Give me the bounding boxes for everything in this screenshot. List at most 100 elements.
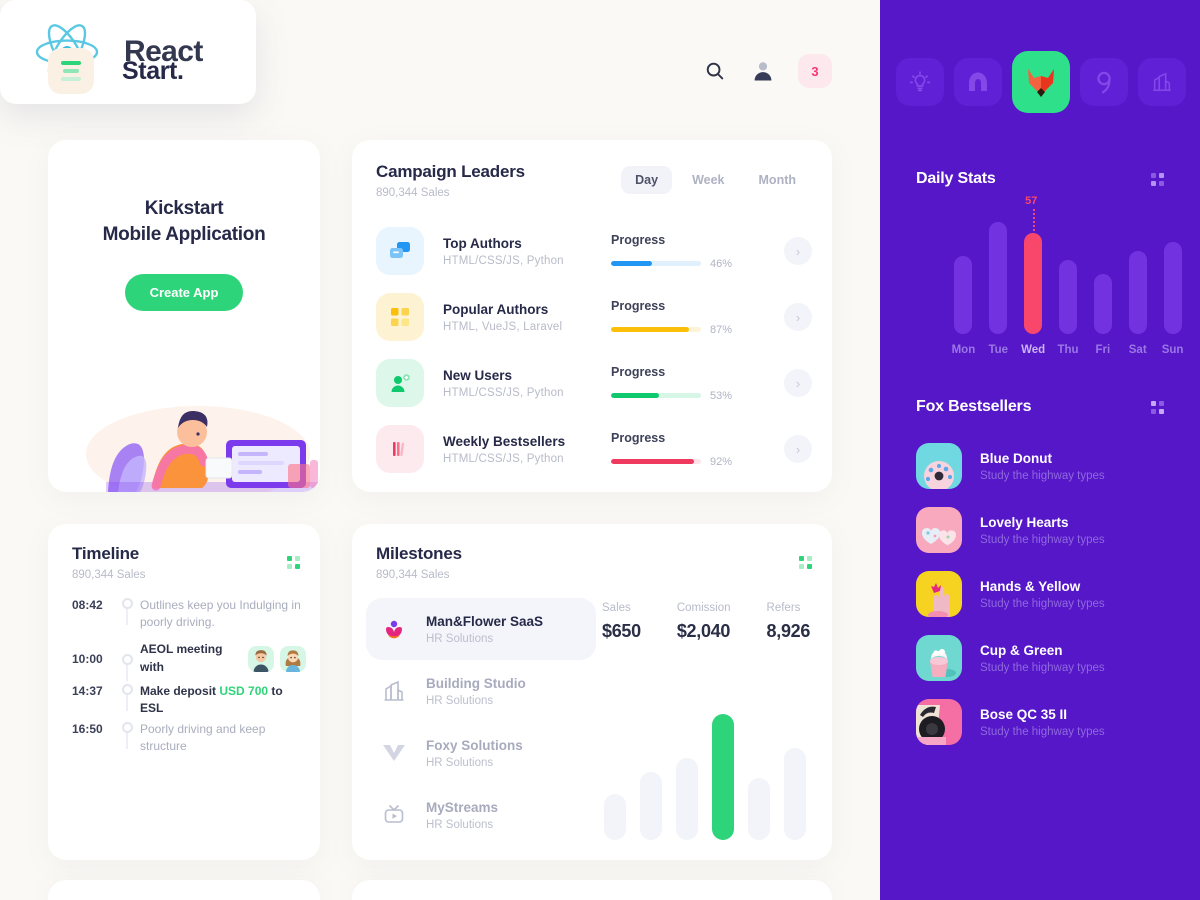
grid-dots-icon[interactable]	[799, 556, 812, 569]
list-item[interactable]: Building Studio HR Solutions	[366, 660, 596, 722]
stat-label: Sales	[602, 602, 631, 614]
stat-value: $2,040	[676, 621, 731, 641]
chevron-right-icon[interactable]: ›	[784, 237, 812, 265]
logo-line-1	[61, 61, 81, 65]
notification-badge[interactable]: 3	[798, 54, 832, 88]
daily-bar-fri[interactable]	[1093, 273, 1112, 334]
list-item[interactable]: Man&Flower SaaS HR Solutions	[366, 598, 596, 660]
bestseller-sub: Study the highway types	[980, 725, 1105, 738]
list-item[interactable]: 08:42 Outlines keep you Indulging in poo…	[72, 596, 306, 634]
hamburger-menu-icon[interactable]	[48, 48, 94, 94]
list-item[interactable]: Hands & Yellow Study the highway types	[916, 562, 1164, 626]
list-item[interactable]: 16:50 Poorly driving and keep structure	[72, 720, 306, 758]
milestone-text: MyStreams HR Solutions	[426, 800, 498, 831]
progress-percent: 46%	[710, 257, 733, 270]
list-item[interactable]: 10:00 AEOL meeting with	[72, 634, 306, 682]
bestseller-text: Bose QC 35 II Study the highway types	[980, 707, 1105, 738]
sidebar-item-building[interactable]	[1138, 58, 1186, 106]
daily-highlight-value: 57	[1025, 195, 1038, 208]
chevron-right-icon[interactable]: ›	[784, 303, 812, 331]
progress-fill	[611, 459, 694, 464]
milestone-bar-3[interactable]	[676, 758, 698, 840]
table-row[interactable]: New Users HTML/CSS/JS, Python Progress 5…	[376, 350, 812, 416]
timeline-text: Make deposit USD 700 to ESL	[140, 684, 283, 716]
bestseller-sub: Study the highway types	[980, 469, 1105, 482]
table-row[interactable]: Popular Authors HTML, VueJS, Laravel Pro…	[376, 284, 812, 350]
hands-yellow-thumb	[916, 571, 962, 617]
user-avatar-icon[interactable]	[750, 58, 776, 84]
progress-percent: 53%	[710, 389, 733, 402]
bose-headphones-thumb	[916, 699, 962, 745]
daily-bar-mon[interactable]	[954, 256, 973, 334]
milestone-bar-1[interactable]	[604, 794, 626, 840]
timeline-marker	[114, 652, 140, 681]
sidebar-item-lightbulb[interactable]	[896, 58, 944, 106]
list-item[interactable]: Cup & Green Study the highway types	[916, 626, 1164, 690]
tab-day[interactable]: Day	[621, 166, 673, 194]
milestone-name: Man&Flower SaaS	[426, 613, 544, 629]
grid-dots-icon[interactable]	[1151, 172, 1164, 186]
campaign-row-name: Weekly Bestsellers	[443, 433, 566, 449]
kickstart-card: Kickstart Mobile Application Create App	[48, 140, 320, 492]
timeline-dot	[121, 598, 133, 609]
daily-bar-sat[interactable]	[1128, 250, 1147, 334]
milestone-bar-2[interactable]	[640, 772, 662, 840]
fox-bestsellers-list: Blue Donut Study the highway types Lovel…	[916, 434, 1164, 754]
grid-dots-icon[interactable]	[287, 556, 300, 569]
timeline-marker	[114, 682, 140, 711]
daily-axis-label-mon: Mon	[951, 344, 976, 356]
avatar[interactable]	[280, 645, 306, 672]
create-app-button[interactable]: Create App	[124, 274, 244, 312]
campaign-progress: Progress 92%	[611, 431, 751, 468]
stat-value: 8,926	[766, 621, 811, 641]
list-item[interactable]: Foxy Solutions HR Solutions	[366, 722, 596, 784]
sidebar-item-spiral[interactable]	[1080, 58, 1128, 106]
tab-week[interactable]: Week	[678, 166, 738, 194]
daily-bar-wed[interactable]	[1024, 233, 1043, 334]
list-item[interactable]: 14:37 Make deposit USD 700 to ESL	[72, 682, 306, 720]
chevron-right-icon[interactable]: ›	[784, 435, 812, 463]
sidebar-item-arch[interactable]	[954, 58, 1002, 106]
stat-label: Comission	[676, 602, 731, 614]
daily-bar-sun[interactable]	[1163, 241, 1182, 334]
progress-label: Progress	[611, 232, 666, 247]
daily-bar-thu[interactable]	[1059, 259, 1077, 334]
table-row[interactable]: Weekly Bestsellers HTML/CSS/JS, Python P…	[376, 416, 812, 482]
grid-dots-icon[interactable]	[1151, 400, 1164, 414]
chevron-right-icon[interactable]: ›	[784, 369, 812, 397]
timeline-marker	[114, 720, 140, 749]
books-icon	[376, 425, 424, 473]
milestone-bar-5[interactable]	[748, 778, 770, 840]
progress-track	[611, 393, 701, 398]
right-sidebar: Daily Stats 57 Mon Tue Wed Thu Fri Sat Sun Fox…	[880, 0, 1200, 900]
daily-axis-label-sat: Sat	[1128, 344, 1147, 356]
bestseller-name: Cup & Green	[980, 642, 1063, 658]
daily-axis-label-sun: Sun	[1161, 344, 1184, 356]
timeline-amount: USD 700	[219, 684, 269, 698]
table-row[interactable]: Top Authors HTML/CSS/JS, Python Progress…	[376, 218, 812, 284]
list-item[interactable]: Blue Donut Study the highway types	[916, 434, 1164, 498]
search-icon[interactable]	[702, 58, 728, 84]
milestone-bar-4[interactable]	[712, 714, 734, 840]
list-item[interactable]: Lovely Hearts Study the highway types	[916, 498, 1164, 562]
timeline-text: Poorly driving and keep structure	[140, 722, 266, 754]
timeline-connector	[126, 732, 128, 749]
timeline-dot	[121, 722, 133, 733]
sidebar-item-fox[interactable]	[1012, 51, 1070, 113]
daily-bar-tue[interactable]	[989, 222, 1008, 334]
tab-month[interactable]: Month	[745, 166, 810, 194]
peek-card-right	[352, 880, 832, 900]
progress-track	[611, 459, 701, 464]
grid-squares-icon	[376, 293, 424, 341]
lovely-hearts-thumb	[916, 507, 962, 553]
list-item[interactable]: MyStreams HR Solutions	[366, 784, 596, 846]
fox-chevron-icon	[378, 737, 410, 769]
avatar[interactable]	[248, 645, 274, 672]
timeline-card: Timeline 890,344 Sales 08:42 Outlines ke…	[48, 524, 320, 860]
campaign-title: Campaign Leaders	[376, 162, 525, 181]
list-item[interactable]: Bose QC 35 II Study the highway types	[916, 690, 1164, 754]
kickstart-heading: Kickstart Mobile Application	[48, 196, 320, 248]
daily-bars: 57	[946, 195, 1190, 334]
milestone-bar-6[interactable]	[784, 748, 806, 840]
blue-donut-thumb	[916, 443, 962, 489]
